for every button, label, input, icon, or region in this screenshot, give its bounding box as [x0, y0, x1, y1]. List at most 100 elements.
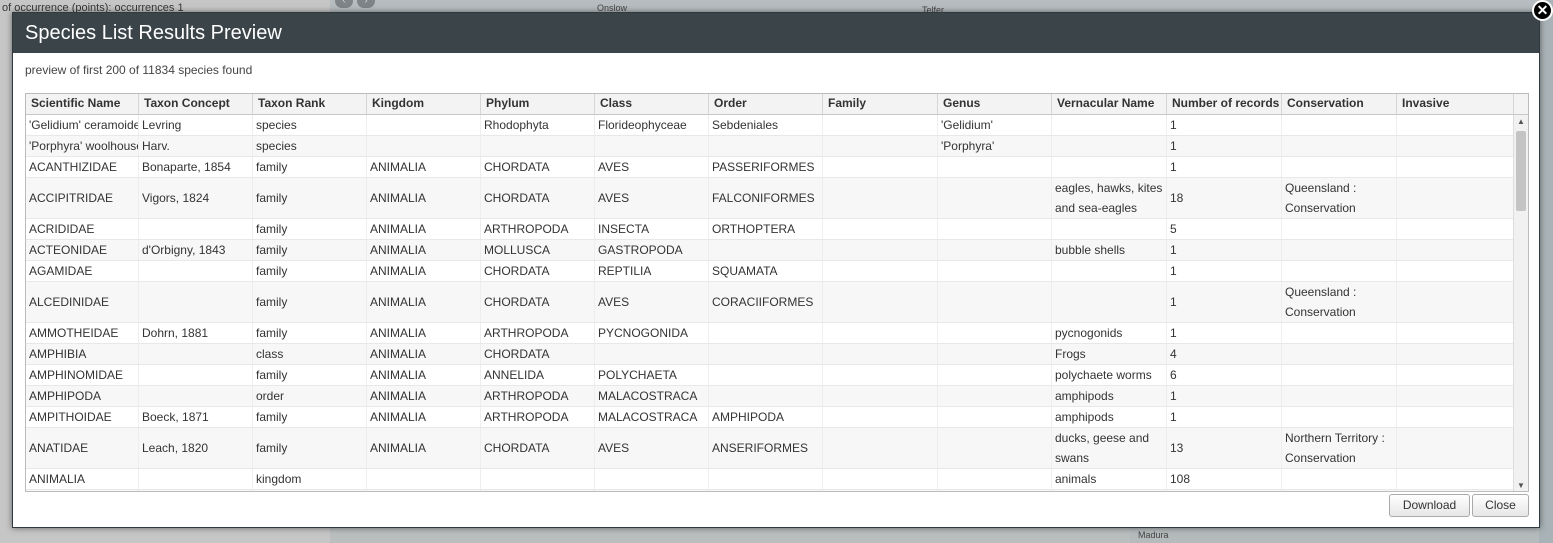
table-cell: AVES: [595, 428, 709, 468]
vertical-scrollbar[interactable]: ▲ ▼: [1513, 115, 1528, 491]
table-row[interactable]: AMPITHOIDAE Boeck, 1871 family ANIMALIA ARTH…: [26, 407, 1514, 428]
table-cell: ANSERIFORMES: [709, 428, 823, 468]
table-cell: [1397, 365, 1514, 385]
table-row[interactable]: ANISOPTERA suborderANIMALIAARTHROPODAINSE…: [26, 490, 1514, 491]
table-cell: [139, 365, 253, 385]
table-cell: Queensland : Conservation Status: [1282, 178, 1397, 218]
column-header[interactable]: Genus: [938, 94, 1052, 114]
table-cell: family: [253, 178, 367, 218]
table-cell: ducks, geese and swans: [1052, 428, 1167, 468]
table-row[interactable]: AMMOTHEIDAE Dohrn, 1881 family ANIMALIA ARTH…: [26, 323, 1514, 344]
table-cell: [1397, 386, 1514, 406]
table-cell: ARTHROPODA: [481, 323, 595, 343]
table-cell: [709, 386, 823, 406]
close-icon[interactable]: ✕: [1532, 0, 1553, 21]
table-cell: [938, 407, 1052, 427]
column-header[interactable]: Scientific Name: [26, 94, 139, 114]
table-row[interactable]: ACCIPITRIDAE Vigors, 1824 family ANIMALIA CH…: [26, 178, 1514, 219]
scrollbar-thumb[interactable]: [1516, 131, 1526, 211]
table-cell: [1282, 407, 1397, 427]
table-cell: [1282, 344, 1397, 364]
table-cell: ODONATA: [709, 490, 823, 491]
column-header[interactable]: Taxon Concept: [139, 94, 253, 114]
table-row[interactable]: ACRIDIDAE family ANIMALIA ARTHROPODA INSECTA…: [26, 219, 1514, 240]
table-cell: ANIMALIA: [367, 240, 481, 260]
table-cell: suborder: [253, 490, 367, 491]
table-cell: 1: [1167, 136, 1282, 156]
table-cell: [1282, 490, 1397, 491]
table-cell: GASTROPODA: [595, 240, 709, 260]
table-cell: ACRIDIDAE: [26, 219, 139, 239]
table-cell: ACTEONIDAE: [26, 240, 139, 260]
table-cell: CHORDATA: [481, 261, 595, 281]
table-cell: AVES: [595, 282, 709, 322]
table-cell: ANIMALIA: [367, 490, 481, 491]
table-cell: [1397, 261, 1514, 281]
results-summary: preview of first 200 of 11834 species fo…: [25, 63, 253, 77]
close-button[interactable]: Close: [1472, 494, 1529, 517]
column-header[interactable]: Conservation: [1282, 94, 1397, 114]
table-row[interactable]: ALCEDINIDAE family ANIMALIA CHORDATA AVES COR…: [26, 282, 1514, 323]
table-cell: FALCONIFORMES: [709, 178, 823, 218]
table-cell: POLYCHAETA: [595, 365, 709, 385]
table-cell: [938, 469, 1052, 489]
column-header[interactable]: Invasive: [1397, 94, 1514, 114]
table-cell: 6: [1167, 365, 1282, 385]
table-row[interactable]: ACANTHIZIDAE Bonaparte, 1854 family ANIMALI…: [26, 157, 1514, 178]
table-cell: [139, 282, 253, 322]
table-cell: 1: [1167, 407, 1282, 427]
table-cell: ACCIPITRIDAE: [26, 178, 139, 218]
column-header[interactable]: Taxon Rank: [253, 94, 367, 114]
column-header[interactable]: Kingdom: [367, 94, 481, 114]
table-cell: AVES: [595, 178, 709, 218]
table-cell: [1282, 469, 1397, 489]
table-cell: [1397, 407, 1514, 427]
table-cell: [823, 240, 938, 260]
table-row[interactable]: AMPHINOMIDAE family ANIMALIA ANNELIDA POLYCH…: [26, 365, 1514, 386]
table-cell: ARTHROPODA: [481, 219, 595, 239]
table-cell: 'Porphyra': [938, 136, 1052, 156]
table-row[interactable]: ANIMALIA kingdom animals 108: [26, 469, 1514, 490]
table-row[interactable]: 'Porphyra' woolhouseaeHarv.species 'Porph…: [26, 136, 1514, 157]
table-cell: REPTILIA: [595, 261, 709, 281]
download-button[interactable]: Download: [1389, 494, 1470, 517]
table-cell: 'Gelidium' ceramoides: [26, 115, 139, 135]
table-cell: [1282, 323, 1397, 343]
dialog-header: Species List Results Preview: [13, 13, 1539, 53]
table-cell: family: [253, 219, 367, 239]
table-cell: INSECTA: [595, 219, 709, 239]
table-row[interactable]: 'Gelidium' ceramoides Levring species Rhodo…: [26, 115, 1514, 136]
table-cell: CHORDATA: [481, 157, 595, 177]
column-header[interactable]: Family: [823, 94, 938, 114]
table-row[interactable]: ANATIDAE Leach, 1820 family ANIMALIA CHORDAT…: [26, 428, 1514, 469]
table-cell: [823, 157, 938, 177]
table-cell: Frogs: [1052, 344, 1167, 364]
table-cell: [1397, 219, 1514, 239]
table-cell: [1052, 261, 1167, 281]
table-cell: amphipods: [1052, 386, 1167, 406]
table-cell: ANIMALIA: [26, 469, 139, 489]
scroll-down-icon[interactable]: ▼: [1517, 481, 1525, 490]
column-header[interactable]: Phylum: [481, 94, 595, 114]
column-header[interactable]: Order: [709, 94, 823, 114]
scroll-up-icon[interactable]: ▲: [1517, 117, 1525, 126]
table-cell: eagles, hawks, kites and sea-eagles: [1052, 178, 1167, 218]
column-header[interactable]: Vernacular Name: [1052, 94, 1167, 114]
table-cell: ANIMALIA: [367, 157, 481, 177]
table-body[interactable]: 'Gelidium' ceramoides Levring species Rhodo…: [26, 115, 1514, 491]
table-row[interactable]: AGAMIDAE family ANIMALIA CHORDATA REPTILIA SQ…: [26, 261, 1514, 282]
table-cell: [709, 136, 823, 156]
column-header[interactable]: Class: [595, 94, 709, 114]
table-cell: 1: [1167, 282, 1282, 322]
column-header[interactable]: Number of records: [1167, 94, 1282, 114]
table-cell: 5: [1167, 219, 1282, 239]
table-cell: ARTHROPODA: [481, 490, 595, 491]
table-row[interactable]: AMPHIPODA order ANIMALIA ARTHROPODA MALACOST…: [26, 386, 1514, 407]
table-row[interactable]: AMPHIBIA class ANIMALIA CHORDATA Frogs 4: [26, 344, 1514, 365]
table-row[interactable]: ACTEONIDAE d'Orbigny, 1843 family ANIMALIA M…: [26, 240, 1514, 261]
table-cell: [1282, 365, 1397, 385]
table-cell: [595, 136, 709, 156]
table-cell: Bonaparte, 1854: [139, 157, 253, 177]
table-cell: family: [253, 407, 367, 427]
table-cell: 1: [1167, 261, 1282, 281]
